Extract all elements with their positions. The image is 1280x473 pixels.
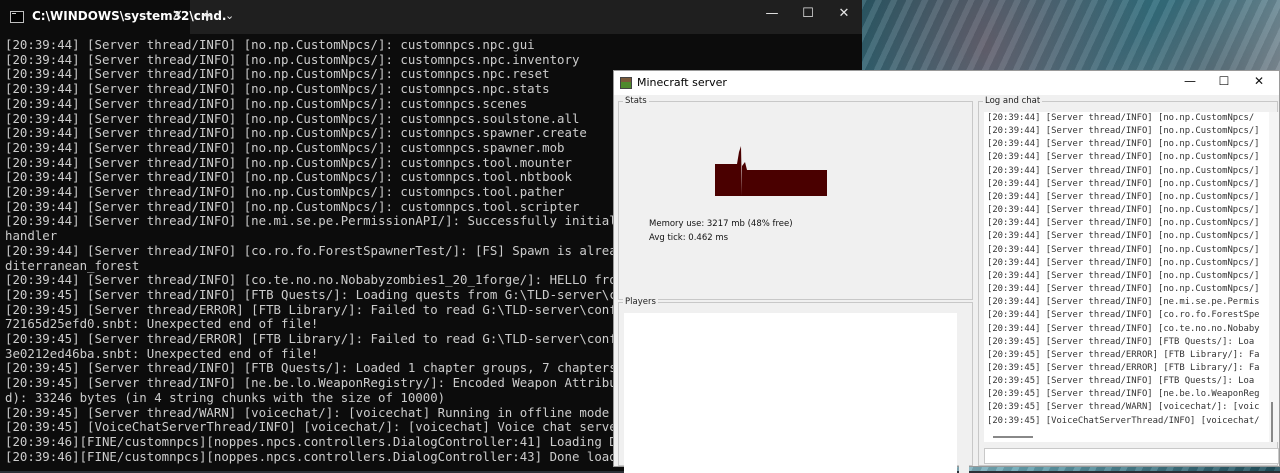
console-line: [20:39:44] [Server thread/INFO] [no.np.C…: [5, 95, 528, 111]
memory-graph-area: [715, 146, 742, 196]
console-line: [20:39:45] [Server thread/ERROR] [FTB Li…: [5, 301, 655, 317]
log-line: [20:39:45] [Server thread/INFO] [FTB Que…: [987, 376, 1255, 387]
console-line: [20:39:44] [Server thread/INFO] [no.np.C…: [5, 198, 580, 214]
console-line: [20:39:44] [Server thread/INFO] [co.te.n…: [5, 272, 662, 288]
console-line: [20:39:44] [Server thread/INFO] [no.np.C…: [5, 184, 565, 200]
log-vertical-scrollbar[interactable]: [1269, 112, 1279, 442]
terminal-icon: [10, 11, 24, 23]
console-line: [20:39:44] [Server thread/INFO] [no.np.C…: [5, 66, 550, 82]
stats-panel: Stats Memory use: 3217 mb (48% free) Avg…: [618, 96, 973, 300]
log-label: Log and chat: [983, 96, 1043, 106]
console-line: [20:39:44] [Server thread/INFO] [co.ro.f…: [5, 242, 655, 258]
close-button[interactable]: ✕: [834, 6, 854, 21]
log-scroll-thumb[interactable]: [1271, 402, 1273, 442]
new-tab-button[interactable]: +: [200, 6, 214, 26]
avg-tick-text: Avg tick: 0.462 ms: [649, 233, 729, 243]
log-line: [20:39:44] [Server thread/INFO] [no.np.C…: [987, 231, 1260, 242]
console-line: [20:39:45] [Server thread/INFO] [FTB Que…: [5, 360, 655, 376]
log-lines: [20:39:44] [Server thread/INFO] [no.np.C…: [987, 112, 1260, 428]
console-line: d): 33246 bytes (in 4 string chunks with…: [5, 389, 446, 405]
console-line: [20:39:44] [Server thread/INFO] [ne.mi.s…: [5, 213, 662, 229]
log-line: [20:39:44] [Server thread/INFO] [ne.mi.s…: [987, 297, 1260, 308]
log-line: [20:39:44] [Server thread/INFO] [no.np.C…: [987, 113, 1255, 123]
console-line: [20:39:45] [Server thread/INFO] [ne.be.l…: [5, 375, 655, 391]
log-line: [20:39:44] [Server thread/INFO] [no.np.C…: [987, 205, 1260, 216]
chat-input[interactable]: [984, 448, 1279, 464]
log-line: [20:39:44] [Server thread/INFO] [co.ro.f…: [987, 310, 1260, 321]
console-line: [20:39:44] [Server thread/INFO] [no.np.C…: [5, 125, 587, 141]
log-line: [20:39:44] [Server thread/INFO] [co.te.n…: [987, 323, 1260, 334]
log-line: [20:39:45] [Server thread/ERROR] [FTB Li…: [987, 362, 1260, 373]
minecraft-icon: [620, 77, 632, 89]
log-line: [20:39:45] [VoiceChatServerThread/INFO] …: [987, 415, 1260, 426]
log-line: [20:39:44] [Server thread/INFO] [no.np.C…: [987, 257, 1260, 268]
log-line: [20:39:44] [Server thread/INFO] [no.np.C…: [987, 270, 1260, 281]
console-line: handler: [5, 228, 58, 244]
cmd-titlebar: C:\WINDOWS\system32\cmd. ✕ + ⌄ — ☐ ✕: [0, 0, 862, 34]
console-line: [20:39:45] [Server thread/ERROR] [FTB Li…: [5, 331, 655, 347]
console-line: [20:39:44] [Server thread/INFO] [no.np.C…: [5, 169, 572, 185]
cmd-tab[interactable]: C:\WINDOWS\system32\cmd. ✕: [0, 0, 227, 34]
log-line: [20:39:44] [Server thread/INFO] [no.np.C…: [987, 126, 1260, 137]
log-line: [20:39:44] [Server thread/INFO] [no.np.C…: [987, 284, 1260, 295]
log-line: [20:39:44] [Server thread/INFO] [no.np.C…: [987, 218, 1260, 229]
console-line: [20:39:45] [Server thread/WARN] [voicech…: [5, 404, 662, 420]
players-list[interactable]: [624, 313, 957, 473]
maximize-button[interactable]: ☐: [1214, 74, 1234, 88]
log-line: [20:39:44] [Server thread/INFO] [no.np.C…: [987, 244, 1260, 255]
close-tab-icon[interactable]: ✕: [172, 8, 183, 23]
log-line: [20:39:45] [Server thread/INFO] [FTB Que…: [987, 336, 1255, 347]
players-label: Players: [623, 297, 658, 307]
console-line: 3e0212ed46ba.snbt: Unexpected end of fil…: [5, 345, 319, 361]
memory-usage-graph: [715, 146, 827, 196]
log-output[interactable]: [20:39:44] [Server thread/INFO] [no.np.C…: [984, 112, 1269, 442]
console-line: [20:39:44] [Server thread/INFO] [no.np.C…: [5, 81, 550, 97]
cmd-tab-title: C:\WINDOWS\system32\cmd.: [32, 9, 227, 23]
console-line: [20:39:44] [Server thread/INFO] [no.np.C…: [5, 154, 572, 170]
console-line: diterranean_forest: [5, 257, 140, 273]
close-button[interactable]: ✕: [1249, 74, 1269, 88]
mc-titlebar: Minecraft server — ☐ ✕: [614, 71, 1279, 95]
console-line: [20:39:46][FINE/customnpcs][noppes.npcs.…: [5, 448, 655, 464]
minecraft-server-window: Minecraft server — ☐ ✕ Stats Memory use:…: [613, 70, 1280, 473]
log-line: [20:39:44] [Server thread/INFO] [no.np.C…: [987, 191, 1260, 202]
maximize-button[interactable]: ☐: [798, 6, 818, 21]
console-output[interactable]: [20:39:44] [Server thread/INFO] [no.np.C…: [5, 37, 662, 464]
log-line: [20:39:44] [Server thread/INFO] [no.np.C…: [987, 178, 1260, 189]
console-line: [20:39:44] [Server thread/INFO] [no.np.C…: [5, 110, 580, 126]
log-line: [20:39:44] [Server thread/INFO] [no.np.C…: [987, 152, 1260, 163]
log-line: [20:39:44] [Server thread/INFO] [no.np.C…: [987, 139, 1260, 150]
console-line: [20:39:45] [Server thread/INFO] [FTB Que…: [5, 286, 655, 302]
memory-use-text: Memory use: 3217 mb (48% free): [649, 219, 793, 229]
console-line: [20:39:44] [Server thread/INFO] [no.np.C…: [5, 139, 565, 155]
memory-graph-area-2: [742, 162, 827, 196]
console-line: [20:39:46][FINE/customnpcs][noppes.npcs.…: [5, 433, 655, 449]
log-line: [20:39:45] [Server thread/INFO] [ne.be.l…: [987, 389, 1260, 400]
log-line: [20:39:45] [Server thread/ERROR] [FTB Li…: [987, 349, 1260, 360]
console-line: [20:39:44] [Server thread/INFO] [no.np.C…: [5, 37, 535, 52]
minimize-button[interactable]: —: [1180, 74, 1200, 88]
chevron-down-icon[interactable]: ⌄: [225, 9, 234, 22]
window-title: Minecraft server: [637, 76, 727, 89]
players-scrollbar[interactable]: [959, 313, 969, 473]
console-line: 72165d25efd0.snbt: Unexpected end of fil…: [5, 316, 319, 332]
console-line: [20:39:44] [Server thread/INFO] [no.np.C…: [5, 51, 580, 67]
minimize-button[interactable]: —: [762, 6, 782, 21]
log-line: [20:39:45] [Server thread/WARN] [voicech…: [987, 402, 1260, 413]
console-line: [20:39:45] [VoiceChatServerThread/INFO] …: [5, 419, 655, 435]
log-horizontal-scroll-thumb[interactable]: [993, 436, 1033, 438]
log-panel: Log and chat [20:39:44] [Server thread/I…: [978, 96, 1279, 466]
log-line: [20:39:44] [Server thread/INFO] [no.np.C…: [987, 165, 1260, 176]
players-panel: Players: [618, 297, 973, 473]
stats-label: Stats: [623, 96, 649, 106]
